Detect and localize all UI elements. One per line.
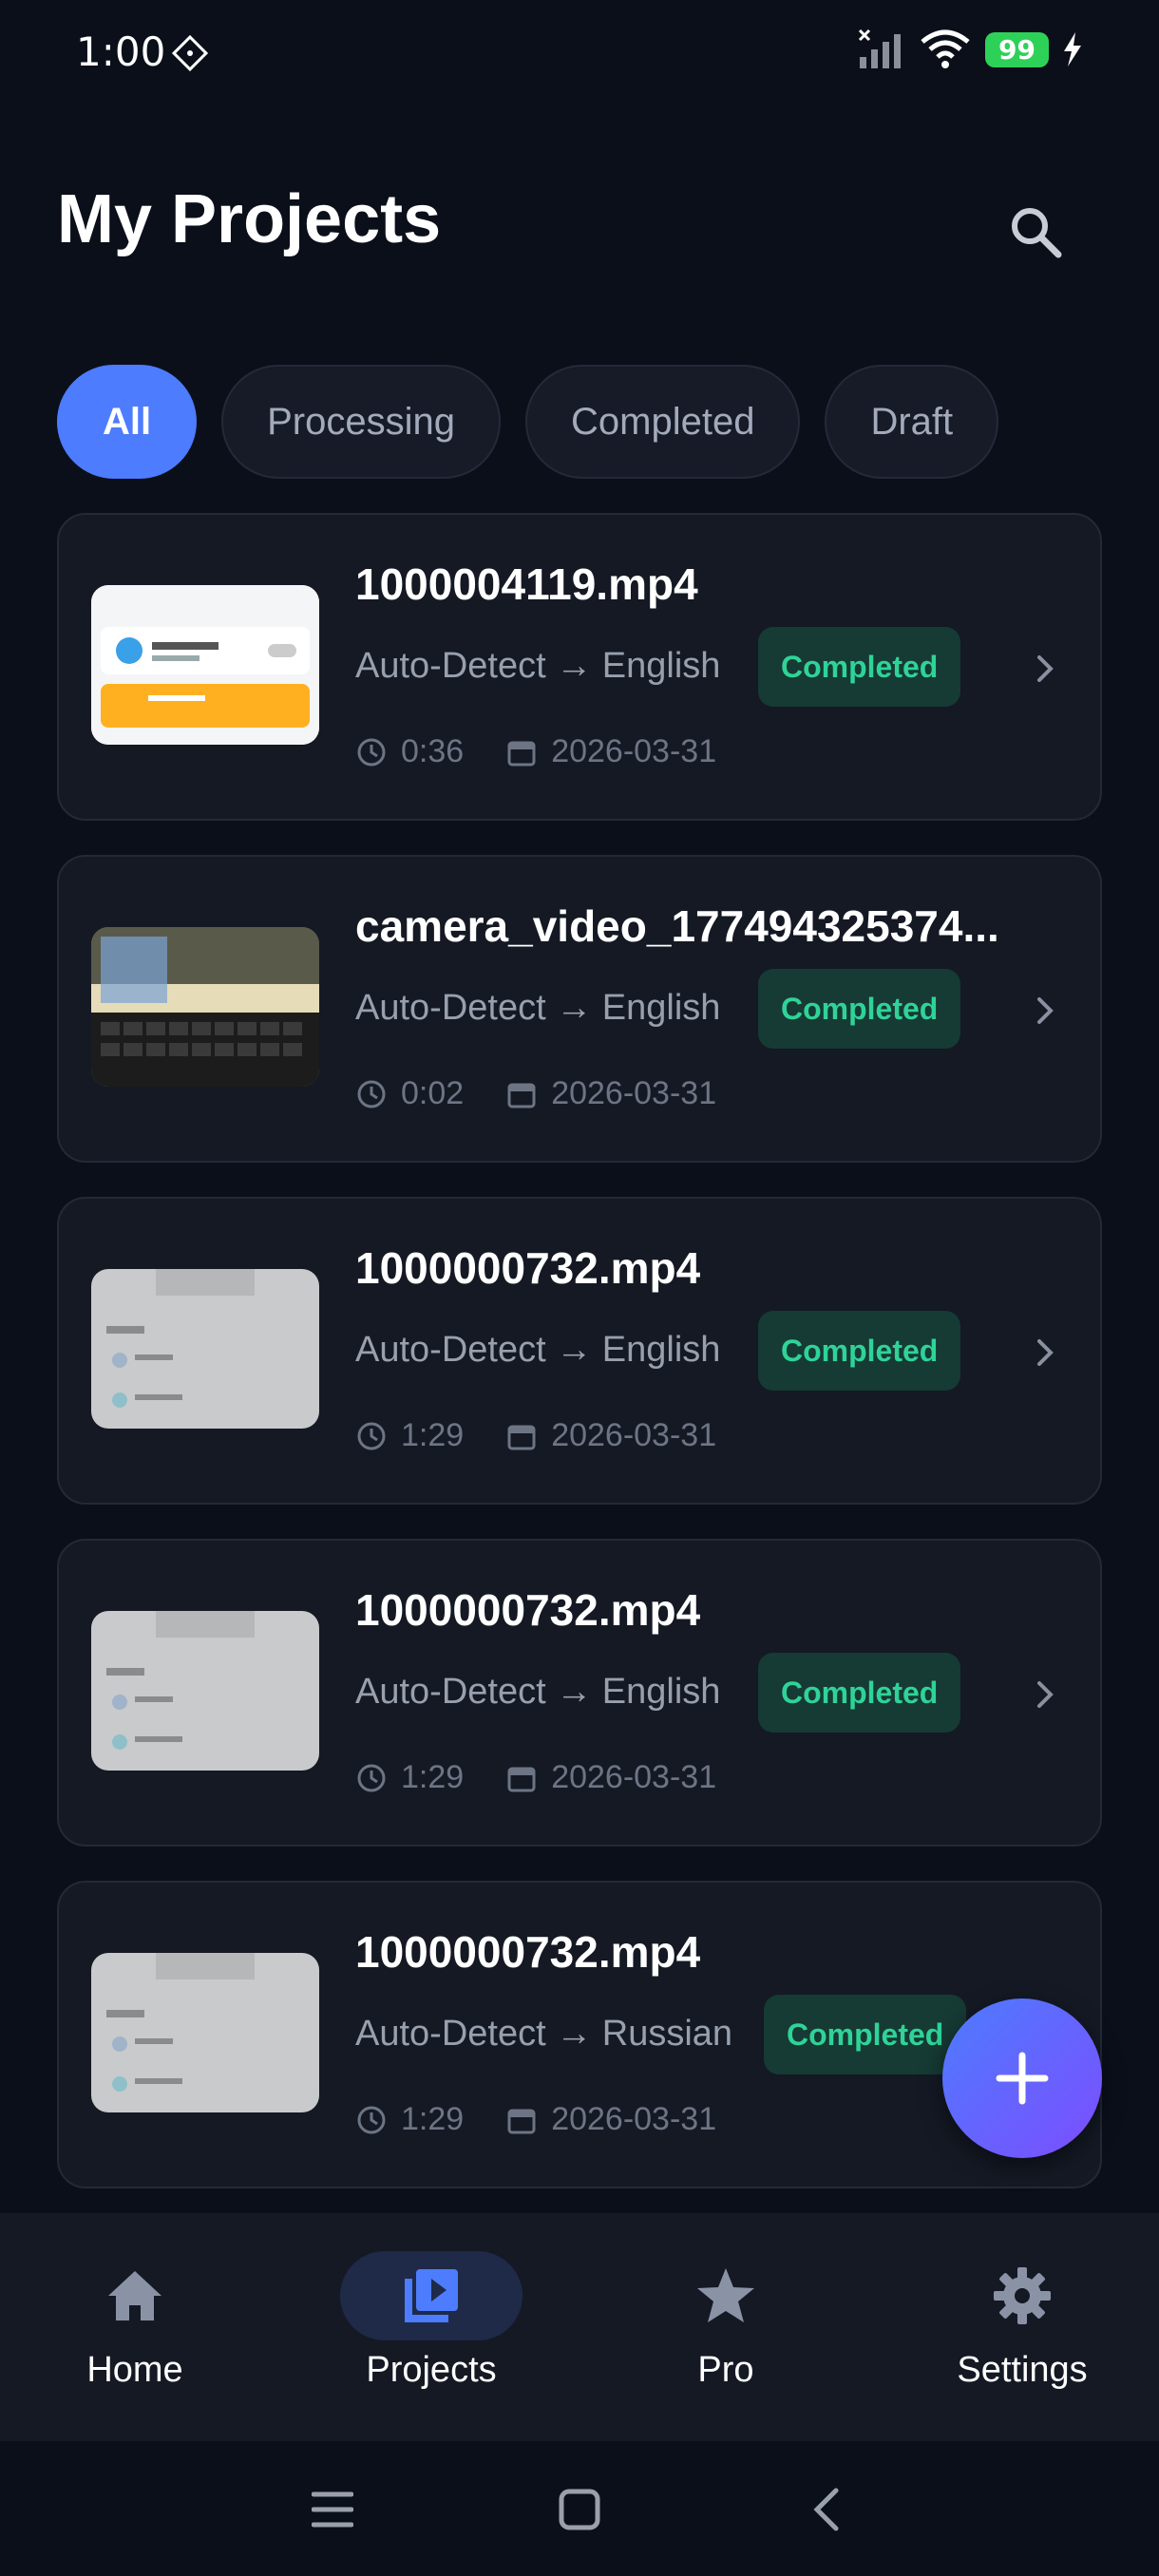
chip-completed[interactable]: Completed xyxy=(525,365,801,479)
project-languages: Auto-Detect → Russian xyxy=(355,2014,733,2054)
project-thumbnail xyxy=(91,1269,319,1429)
project-thumbnail xyxy=(91,1953,319,2112)
project-meta: 0:36 2026-03-31 xyxy=(355,733,716,770)
project-duration: 1:29 xyxy=(401,1417,465,1453)
project-card[interactable]: 1000000732.mp4 Auto-Detect → English Com… xyxy=(57,1539,1102,1847)
projects-icon xyxy=(405,2269,458,2322)
nav-label: Projects xyxy=(366,2350,497,2390)
calendar-icon xyxy=(507,741,536,766)
project-thumbnail xyxy=(91,1611,319,1771)
filter-chips: All Processing Completed Draft xyxy=(57,365,999,479)
chip-processing[interactable]: Processing xyxy=(221,365,501,479)
project-date: 2026-03-31 xyxy=(551,2101,717,2137)
project-duration: 0:02 xyxy=(401,1075,465,1111)
status-right: 99 xyxy=(858,28,1083,70)
project-card[interactable]: 1000000732.mp4 Auto-Detect → English Com… xyxy=(57,1197,1102,1505)
project-meta: 1:29 2026-03-31 xyxy=(355,1417,716,1454)
wifi-icon xyxy=(921,29,970,68)
project-title: camera_video_177494325374... xyxy=(355,901,999,951)
page-title: My Projects xyxy=(57,181,442,257)
project-languages: Auto-Detect → English xyxy=(355,1672,721,1712)
clock-icon xyxy=(357,1080,386,1108)
project-date: 2026-03-31 xyxy=(551,1759,717,1795)
status-time: 1:00 xyxy=(76,28,166,75)
system-nav-bar xyxy=(0,2441,1159,2576)
star-icon xyxy=(697,2268,754,2322)
search-icon xyxy=(1012,208,1062,258)
calendar-icon xyxy=(507,2109,536,2133)
project-title: 1000000732.mp4 xyxy=(355,1243,701,1293)
status-bar: 1:00 99 xyxy=(0,0,1159,112)
nav-home[interactable]: Home xyxy=(30,2251,239,2422)
project-thumbnail xyxy=(91,927,319,1087)
project-title: 1000000732.mp4 xyxy=(355,1927,701,1977)
home-icon xyxy=(108,2271,162,2320)
status-badge: Completed xyxy=(758,1311,961,1391)
nav-pro[interactable]: Pro xyxy=(621,2251,830,2422)
status-badge: Completed xyxy=(758,969,961,1049)
back-button[interactable] xyxy=(796,2479,857,2540)
project-meta: 0:02 2026-03-31 xyxy=(355,1075,716,1112)
project-duration: 1:29 xyxy=(401,2101,465,2137)
bottom-nav: Home Projects Pro Settings xyxy=(0,2213,1159,2441)
project-meta: 1:29 2026-03-31 xyxy=(355,1759,716,1796)
add-project-button[interactable] xyxy=(942,1998,1102,2158)
clock-icon xyxy=(357,738,386,766)
square-icon xyxy=(559,2489,600,2530)
chip-draft[interactable]: Draft xyxy=(825,365,999,479)
plus-icon xyxy=(996,2052,1049,2105)
chevron-right-icon[interactable] xyxy=(1026,992,1064,1030)
project-date: 2026-03-31 xyxy=(551,733,717,769)
nfc-icon xyxy=(171,34,209,72)
project-title: 1000000732.mp4 xyxy=(355,1585,701,1635)
project-card[interactable]: 1000000732.mp4 Auto-Detect → Russian Com… xyxy=(57,1881,1102,2188)
chevron-right-icon[interactable] xyxy=(1026,650,1064,688)
search-button[interactable] xyxy=(998,194,1074,270)
project-date: 2026-03-31 xyxy=(551,1075,717,1111)
gear-icon xyxy=(994,2267,1051,2324)
project-date: 2026-03-31 xyxy=(551,1417,717,1453)
nav-label: Settings xyxy=(957,2350,1088,2390)
project-thumbnail xyxy=(91,585,319,745)
project-card[interactable]: 1000004119.mp4 Auto-Detect → English Com… xyxy=(57,513,1102,821)
project-meta: 1:29 2026-03-31 xyxy=(355,2101,716,2138)
chevron-right-icon[interactable] xyxy=(1026,1676,1064,1714)
signal-icon xyxy=(858,28,902,68)
nav-projects[interactable]: Projects xyxy=(327,2251,536,2422)
recent-apps-button[interactable] xyxy=(302,2479,363,2540)
battery-indicator: 99 xyxy=(985,31,1049,67)
project-languages: Auto-Detect → English xyxy=(355,646,721,686)
back-icon xyxy=(813,2488,839,2531)
calendar-icon xyxy=(507,1425,536,1449)
status-badge: Completed xyxy=(764,1995,967,2074)
project-duration: 0:36 xyxy=(401,733,465,769)
status-badge: Completed xyxy=(758,1653,961,1733)
chevron-right-icon[interactable] xyxy=(1026,1334,1064,1372)
project-card[interactable]: camera_video_177494325374... Auto-Detect… xyxy=(57,855,1102,1163)
project-languages: Auto-Detect → English xyxy=(355,1330,721,1370)
home-button[interactable] xyxy=(549,2479,610,2540)
status-badge: Completed xyxy=(758,627,961,707)
nav-label: Home xyxy=(86,2350,183,2390)
clock-icon xyxy=(357,2106,386,2133)
clock-icon xyxy=(357,1422,386,1449)
nav-label: Pro xyxy=(697,2350,754,2390)
charging-icon xyxy=(1064,32,1081,66)
project-languages: Auto-Detect → English xyxy=(355,988,721,1028)
screen: 1:00 99 My Projects All Processing Compl… xyxy=(0,0,1159,2576)
calendar-icon xyxy=(507,1083,536,1108)
project-title: 1000004119.mp4 xyxy=(355,559,698,609)
chip-all[interactable]: All xyxy=(57,365,198,479)
project-duration: 1:29 xyxy=(401,1759,465,1795)
menu-icon xyxy=(312,2491,353,2528)
clock-icon xyxy=(357,1764,386,1791)
calendar-icon xyxy=(507,1767,536,1791)
nav-settings[interactable]: Settings xyxy=(918,2251,1127,2422)
